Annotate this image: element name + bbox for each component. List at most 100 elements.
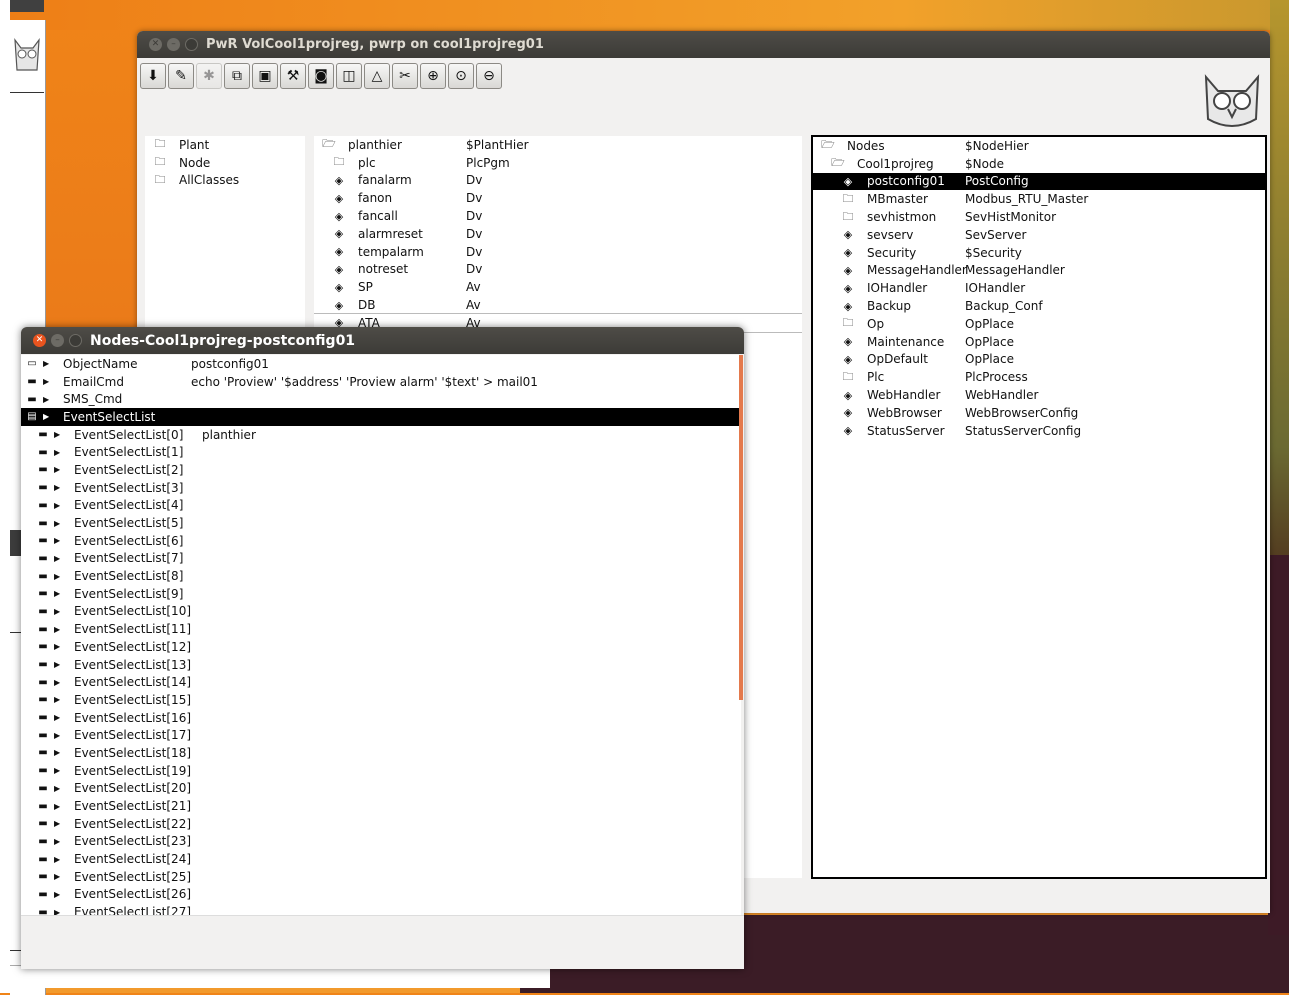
attribute-row[interactable]: ▬ ▶ EventSelectList[1] [21, 443, 741, 461]
attribute-list[interactable]: ▭ ▶ ObjectName postconfig01 ▬ ▶ EmailCmd echo '… [21, 355, 741, 915]
zoom-out-button[interactable]: ⊖ [476, 63, 502, 89]
build-button[interactable]: ⚒ [280, 63, 306, 89]
tree-row[interactable]: ◈ WebHandler WebHandler [813, 386, 1265, 404]
attribute-titlebar[interactable]: ✕ – Nodes-Cool1projreg-postconfig01 [21, 327, 744, 354]
expand-arrow-icon[interactable]: ▶ [54, 695, 66, 704]
tree-row[interactable]: ◈ IOHandler IOHandler [813, 279, 1265, 297]
attribute-row[interactable]: ▬ ▶ EventSelectList[3] [21, 479, 741, 497]
attribute-window[interactable]: ✕ – Nodes-Cool1projreg-postconfig01 ▭ ▶ Ob… [21, 327, 744, 969]
utilities-button[interactable]: ✱ [196, 63, 222, 89]
expand-arrow-icon[interactable]: ▶ [54, 572, 66, 581]
tree-row[interactable]: ◈ notreset Dv [314, 261, 802, 279]
attribute-row[interactable]: ▬ ▶ EventSelectList[4] [21, 497, 741, 515]
expand-arrow-icon[interactable]: ▶ [54, 465, 66, 474]
attribute-row[interactable]: ▬ ▶ EventSelectList[8] [21, 567, 741, 585]
tree-row[interactable]: 🗀 plc PlcPgm [314, 154, 802, 172]
attribute-row[interactable]: ▬ ▶ EventSelectList[19] [21, 762, 741, 780]
tree-row[interactable]: 🗁 Cool1projreg $Node [813, 155, 1265, 173]
attribute-row[interactable]: ▬ ▶ EventSelectList[0] planthier [21, 426, 741, 444]
expand-arrow-icon[interactable]: ▶ [54, 607, 66, 616]
attribute-value[interactable]: postconfig01 [191, 357, 269, 371]
attribute-row[interactable]: ▬ ▶ EventSelectList[14] [21, 673, 741, 691]
copy-button[interactable]: ⧉ [224, 63, 250, 89]
expand-arrow-icon[interactable]: ▶ [54, 819, 66, 828]
tree-row[interactable]: ◈ Maintenance OpPlace [813, 333, 1265, 351]
expand-arrow-icon[interactable]: ▶ [54, 766, 66, 775]
expand-arrow-icon[interactable]: ▶ [54, 748, 66, 757]
tree-row[interactable]: ◈ WebBrowser WebBrowserConfig [813, 404, 1265, 422]
attribute-row[interactable]: ▬ ▶ EventSelectList[10] [21, 603, 741, 621]
attribute-value[interactable]: echo 'Proview' '$address' 'Proview alarm… [191, 375, 538, 389]
paste-button[interactable]: ▣ [252, 63, 278, 89]
expand-arrow-icon[interactable]: ▶ [54, 837, 66, 846]
expand-arrow-icon[interactable]: ▶ [43, 359, 55, 368]
attribute-row[interactable]: ▬ ▶ EventSelectList[11] [21, 620, 741, 638]
expand-arrow-icon[interactable]: ▶ [54, 483, 66, 492]
attribute-row[interactable]: ▬ ▶ EventSelectList[25] [21, 868, 741, 886]
attribute-row[interactable]: ▬ ▶ EventSelectList[7] [21, 550, 741, 568]
expand-arrow-icon[interactable]: ▶ [54, 890, 66, 899]
attribute-value[interactable]: planthier [202, 428, 256, 442]
expand-arrow-icon[interactable]: ▶ [43, 395, 55, 404]
tree-row[interactable]: 🗁 Nodes $NodeHier [813, 137, 1265, 155]
attribute-row[interactable]: ▬ ▶ EventSelectList[13] [21, 656, 741, 674]
attribute-row[interactable]: ▬ ▶ EmailCmd echo 'Proview' '$address' 'Pro… [21, 373, 741, 391]
columns-button[interactable]: ◫ [336, 63, 362, 89]
expand-arrow-icon[interactable]: ▶ [54, 519, 66, 528]
attribute-row[interactable]: ▬ ▶ EventSelectList[5] [21, 514, 741, 532]
expand-arrow-icon[interactable]: ▶ [54, 784, 66, 793]
attribute-row[interactable]: ▬ ▶ EventSelectList[17] [21, 726, 741, 744]
expand-arrow-icon[interactable]: ▶ [54, 430, 66, 439]
minimize-button[interactable]: – [167, 38, 180, 51]
tree-row[interactable]: 🗀 sevhistmon SevHistMonitor [813, 208, 1265, 226]
expand-arrow-icon[interactable]: ▶ [54, 678, 66, 687]
tree-row[interactable]: ◈ fanon Dv [314, 189, 802, 207]
attribute-row[interactable]: ▬ ▶ EventSelectList[9] [21, 585, 741, 603]
expand-arrow-icon[interactable]: ▶ [54, 908, 66, 915]
tree-row[interactable]: 🗀 Op OpPlace [813, 315, 1265, 333]
tools-button[interactable]: ✂ [392, 63, 418, 89]
expand-arrow-icon[interactable]: ▶ [54, 713, 66, 722]
tree-row[interactable]: 🗀 MBmaster Modbus_RTU_Master [813, 190, 1265, 208]
attribute-row[interactable]: ▬ ▶ EventSelectList[18] [21, 744, 741, 762]
attribute-row[interactable]: ▤ ▶ EventSelectList [21, 408, 741, 426]
close-button[interactable]: ✕ [33, 334, 46, 347]
tree-row[interactable]: ◈ SP Av [314, 278, 802, 296]
expand-arrow-icon[interactable]: ▶ [54, 501, 66, 510]
tree-row[interactable]: ◈ sevserv SevServer [813, 226, 1265, 244]
expand-arrow-icon[interactable]: ▶ [54, 589, 66, 598]
expand-arrow-icon[interactable]: ▶ [54, 625, 66, 634]
tree-row[interactable]: 🗀 AllClasses [145, 172, 305, 190]
tree-row[interactable]: ◈ DB Av [314, 296, 802, 314]
save-button[interactable]: ⬇ [140, 63, 166, 89]
attribute-row[interactable]: ▬ ▶ EventSelectList[24] [21, 850, 741, 868]
tree-row[interactable]: ◈ Backup Backup_Conf [813, 297, 1265, 315]
expand-arrow-icon[interactable]: ▶ [54, 448, 66, 457]
expand-arrow-icon[interactable]: ▶ [54, 642, 66, 651]
node-hierarchy-pane[interactable]: 🗁 Nodes $NodeHier 🗁 Cool1projreg $Node ◈ postco… [811, 135, 1267, 879]
minimize-button[interactable]: – [51, 334, 64, 347]
expand-arrow-icon[interactable]: ▶ [54, 802, 66, 811]
edit-button[interactable]: ✎ [168, 63, 194, 89]
close-button[interactable]: ✕ [149, 38, 162, 51]
package-button[interactable]: ◙ [308, 63, 334, 89]
tree-row[interactable]: ◈ tempalarm Dv [314, 243, 802, 261]
attribute-row[interactable]: ▬ ▶ SMS_Cmd [21, 390, 741, 408]
tree-row[interactable]: ◈ Security $Security [813, 244, 1265, 262]
tree-row[interactable]: ◈ postconfig01 PostConfig [813, 172, 1265, 191]
alarm-triangle-button[interactable]: △ [364, 63, 390, 89]
expand-arrow-icon[interactable]: ▶ [54, 554, 66, 563]
expand-arrow-icon[interactable]: ▶ [54, 660, 66, 669]
attribute-row[interactable]: ▬ ▶ EventSelectList[2] [21, 461, 741, 479]
tree-row[interactable]: 🗁 planthier $PlantHier [314, 136, 802, 154]
tree-row[interactable]: ◈ MessageHandler MessageHandler [813, 262, 1265, 280]
attribute-row[interactable]: ▬ ▶ EventSelectList[6] [21, 532, 741, 550]
attribute-row[interactable]: ▬ ▶ EventSelectList[21] [21, 797, 741, 815]
tree-row[interactable]: ◈ alarmreset Dv [314, 225, 802, 243]
attribute-row[interactable]: ▬ ▶ EventSelectList[16] [21, 709, 741, 727]
attribute-row[interactable]: ▬ ▶ EventSelectList[23] [21, 833, 741, 851]
main-titlebar[interactable]: ✕ – PwR VolCool1projreg, pwrp on cool1pr… [137, 31, 1270, 58]
zoom-in-button[interactable]: ⊕ [420, 63, 446, 89]
expand-arrow-icon[interactable]: ▶ [54, 536, 66, 545]
tree-row[interactable]: 🗀 Plc PlcProcess [813, 368, 1265, 386]
